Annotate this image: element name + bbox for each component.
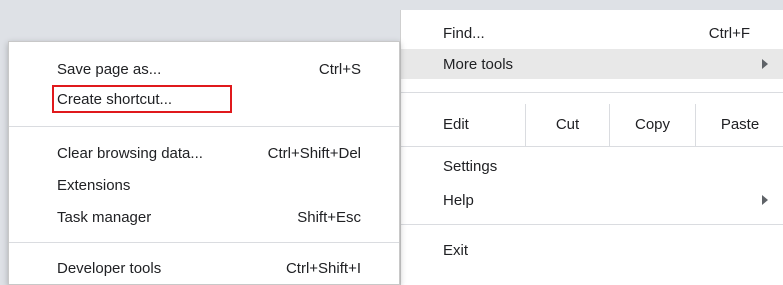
submenu-item-shortcut: Ctrl+S xyxy=(318,60,361,78)
menu-item-settings-label: Settings xyxy=(443,157,498,175)
paste-button[interactable]: Paste xyxy=(695,104,783,146)
submenu-item-label: Clear browsing data... xyxy=(57,144,203,162)
submenu-item-extensions[interactable]: Extensions xyxy=(9,170,399,200)
cut-button[interactable]: Cut xyxy=(525,104,609,146)
chrome-main-menu: Find... Ctrl+F More tools Edit Cut Copy … xyxy=(400,10,783,285)
submenu-item-task-manager[interactable]: Task manager Shift+Esc xyxy=(9,202,399,232)
menu-item-help[interactable]: Help xyxy=(401,185,783,215)
edit-row: Edit Cut Copy Paste xyxy=(401,104,783,146)
menu-item-more-tools[interactable]: More tools xyxy=(401,49,783,79)
submenu-item-clear-browsing-data[interactable]: Clear browsing data... Ctrl+Shift+Del xyxy=(9,138,399,168)
submenu-item-label: Developer tools xyxy=(57,259,162,277)
submenu-item-shortcut: Ctrl+Shift+Del xyxy=(267,144,361,162)
submenu-item-save-page[interactable]: Save page as... Ctrl+S xyxy=(9,54,399,84)
menu-separator xyxy=(401,92,783,93)
edit-label: Edit xyxy=(443,116,469,133)
menu-item-more-tools-label: More tools xyxy=(443,55,514,73)
submenu-item-label: Extensions xyxy=(57,176,131,194)
submenu-item-label: Task manager xyxy=(57,208,152,226)
menu-separator xyxy=(401,224,783,225)
menu-separator xyxy=(9,242,399,243)
submenu-arrow-icon xyxy=(762,59,768,69)
menu-item-settings[interactable]: Settings xyxy=(401,151,783,181)
menu-separator xyxy=(9,126,399,127)
menu-item-help-label: Help xyxy=(443,191,474,209)
copy-button[interactable]: Copy xyxy=(609,104,695,146)
submenu-item-label: Save page as... xyxy=(57,60,162,78)
menu-item-find[interactable]: Find... Ctrl+F xyxy=(401,18,783,48)
submenu-item-create-shortcut[interactable]: Create shortcut... xyxy=(9,84,399,114)
submenu-item-shortcut: Shift+Esc xyxy=(297,208,361,226)
menu-separator xyxy=(401,146,783,147)
menu-item-exit[interactable]: Exit xyxy=(401,235,783,265)
submenu-arrow-icon xyxy=(762,195,768,205)
menu-item-find-shortcut: Ctrl+F xyxy=(708,24,750,42)
submenu-item-label: Create shortcut... xyxy=(57,90,173,108)
menu-item-exit-label: Exit xyxy=(443,241,469,259)
menu-item-find-label: Find... xyxy=(443,24,485,42)
more-tools-submenu: Save page as... Ctrl+S Create shortcut..… xyxy=(8,41,400,285)
submenu-item-developer-tools[interactable]: Developer tools Ctrl+Shift+I xyxy=(9,253,399,283)
submenu-item-shortcut: Ctrl+Shift+I xyxy=(285,259,361,277)
